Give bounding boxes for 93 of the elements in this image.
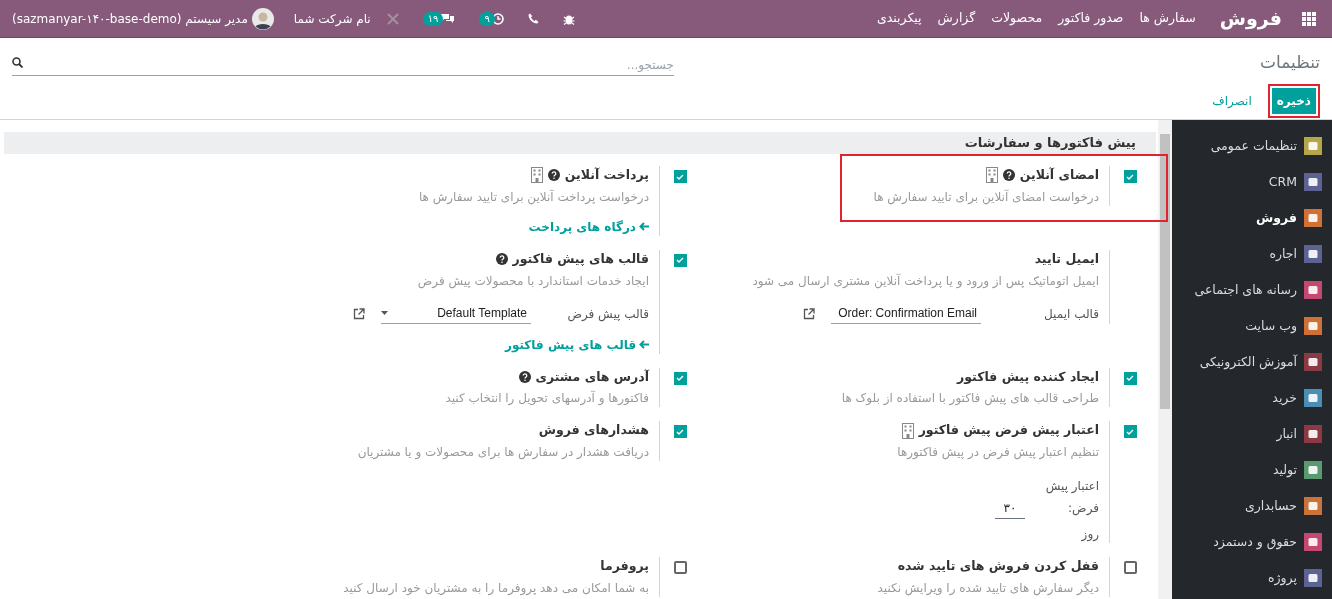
select-field[interactable]: Default Template <box>381 303 531 324</box>
app-tile-icon <box>1304 425 1322 443</box>
setting-description: به شما امکان می دهد پروفرما را به مشتریان خود ارسال کنید <box>343 579 649 597</box>
arrow-icon <box>639 340 649 349</box>
checkbox[interactable] <box>673 253 687 267</box>
checkbox[interactable] <box>673 425 687 439</box>
setting-title: هشدارهای فروش <box>538 421 649 440</box>
sidebar-item[interactable]: پروژه <box>1172 560 1332 596</box>
search-field[interactable]: جستجو... <box>12 54 674 77</box>
sidebar-item[interactable]: رسانه های اجتماعی <box>1172 272 1332 308</box>
sidebar-item[interactable]: انبار <box>1172 416 1332 452</box>
check-icon <box>1126 173 1134 180</box>
setting-title: قالب های پیش فاکتور <box>512 249 649 268</box>
menu-item[interactable]: پیکربندی <box>876 9 922 28</box>
setting-title: آدرس های مشتری <box>535 367 649 386</box>
unit-label: روز <box>1080 526 1099 543</box>
check-icon <box>1126 428 1134 435</box>
setting-description: ایجاد خدمات استاندارد با محصولات پیش فرض <box>416 272 649 290</box>
sidebar-item[interactable]: اجاره <box>1172 236 1332 272</box>
apps-menu-icon[interactable] <box>1302 11 1316 26</box>
message-count-badge: ۱۹ <box>422 11 444 26</box>
checkbox[interactable] <box>1123 371 1137 385</box>
app-tile-icon <box>1304 389 1322 407</box>
setting-title: قفل کردن فروش های تایید شده <box>897 557 1099 575</box>
check-icon <box>676 428 684 435</box>
sidebar-item[interactable]: حقوق و دستمزد <box>1172 524 1332 560</box>
user-menu[interactable]: مدیر سیستم (sazmanyar-۱۴۰-base-demo) <box>12 9 248 28</box>
section-title: پیش فاکتورها و سفارشات <box>964 134 1136 153</box>
setting-title: ایمیل تایید <box>1034 249 1099 268</box>
external-link-icon[interactable] <box>803 307 815 320</box>
breadcrumb: تنظیمات <box>1260 51 1320 74</box>
company-switcher[interactable]: نام شرکت شما <box>293 9 371 28</box>
sidebar-item[interactable]: تنظیمات عمومی <box>1172 128 1332 164</box>
app-tile-icon <box>1304 317 1322 335</box>
menu-item[interactable]: صدور فاکتور <box>1058 9 1124 28</box>
sidebar-item[interactable]: خرید <box>1172 380 1332 416</box>
clock-icon[interactable] <box>491 12 504 25</box>
checkbox[interactable] <box>1123 561 1137 574</box>
menu-item[interactable]: سفارش ها <box>1139 9 1196 28</box>
setting-description: دیگر سفارش های تایید شده را ویرایش نکنید <box>877 579 1099 597</box>
setting-description: فاکتورها و آدرسهای تحویل را انتخاب کنید <box>445 389 649 408</box>
check-icon <box>676 257 684 264</box>
checkbox[interactable] <box>673 561 687 574</box>
check-icon <box>676 173 684 180</box>
search-icon <box>12 56 23 68</box>
check-icon <box>676 375 684 381</box>
app-tile-icon <box>1304 353 1322 371</box>
app-tile-icon <box>1304 209 1322 227</box>
field-label: قالب ایمیل <box>1043 305 1099 323</box>
sidebar-item[interactable]: حسابداری <box>1172 488 1332 524</box>
sidebar-item[interactable]: تولید <box>1172 452 1332 488</box>
checkbox[interactable] <box>673 170 687 183</box>
number-field[interactable]: ۳۰ <box>995 499 1025 519</box>
select-field[interactable]: Order: Confirmation Email <box>831 303 981 324</box>
chat-icon[interactable] <box>440 12 456 25</box>
setting-description: طراحی قالب های پیش فاکتور با استفاده از بلوک ها <box>841 390 1099 408</box>
external-link-icon[interactable] <box>353 307 365 320</box>
setting-description: تنظیم اعتبار پیش فرض در پیش فاکتورها <box>897 444 1099 461</box>
app-tile-icon <box>1304 137 1322 155</box>
arrow-icon <box>639 222 649 232</box>
sidebar-item[interactable]: وب سایت <box>1172 308 1332 344</box>
activity-count-badge: ۹ <box>479 11 495 26</box>
setting-title: اعتبار پیش فرض پیش فاکتور <box>918 421 1099 440</box>
setting-description: درخواست امضای آنلاین برای تایید سفارش ها <box>873 188 1099 206</box>
sidebar-item[interactable]: CRM <box>1172 164 1332 200</box>
setting-title: امضای آنلاین <box>1019 166 1099 184</box>
checkbox[interactable] <box>1123 170 1137 183</box>
setting-description: ایمیل اتوماتیک پس از ورود و یا پرداخت آنلاین مشتری ارسال می شود <box>752 272 1099 290</box>
app-tile-icon <box>1304 461 1322 479</box>
app-tile-icon <box>1304 281 1322 299</box>
setting-title: پرداخت آنلاین <box>564 166 649 184</box>
check-icon <box>1126 375 1134 381</box>
menu-item[interactable]: گزارش <box>937 9 976 28</box>
setting-description: دریافت هشدار در سفارش ها برای محصولات و یا مشتریان <box>357 444 649 461</box>
app-tile-icon <box>1304 245 1322 263</box>
setting-title: ایجاد کننده پیش فاکتور <box>957 367 1099 386</box>
sidebar-item[interactable]: آموزش الکترونیکی <box>1172 344 1332 380</box>
phone-icon[interactable] <box>527 13 539 24</box>
app-tile-icon <box>1304 533 1322 551</box>
app-tile-icon <box>1304 569 1322 587</box>
field-label: اعتبار پیش فرض: <box>1044 478 1099 518</box>
sidebar-item[interactable]: فروش <box>1172 200 1332 236</box>
checkbox[interactable] <box>673 371 687 385</box>
setting-description: درخواست پرداخت آنلاین برای تایید سفارش ها <box>418 188 649 206</box>
checkbox[interactable] <box>1123 425 1137 439</box>
menu-item[interactable]: محصولات <box>991 9 1043 28</box>
caret-icon <box>381 311 388 315</box>
avatar-icon <box>251 7 274 30</box>
app-tile-icon <box>1304 497 1322 515</box>
field-label: قالب پیش فرض <box>566 305 649 323</box>
setting-title: پروفرما <box>600 557 649 575</box>
app-brand[interactable]: فروش <box>1219 4 1282 33</box>
app-tile-icon <box>1304 173 1322 191</box>
